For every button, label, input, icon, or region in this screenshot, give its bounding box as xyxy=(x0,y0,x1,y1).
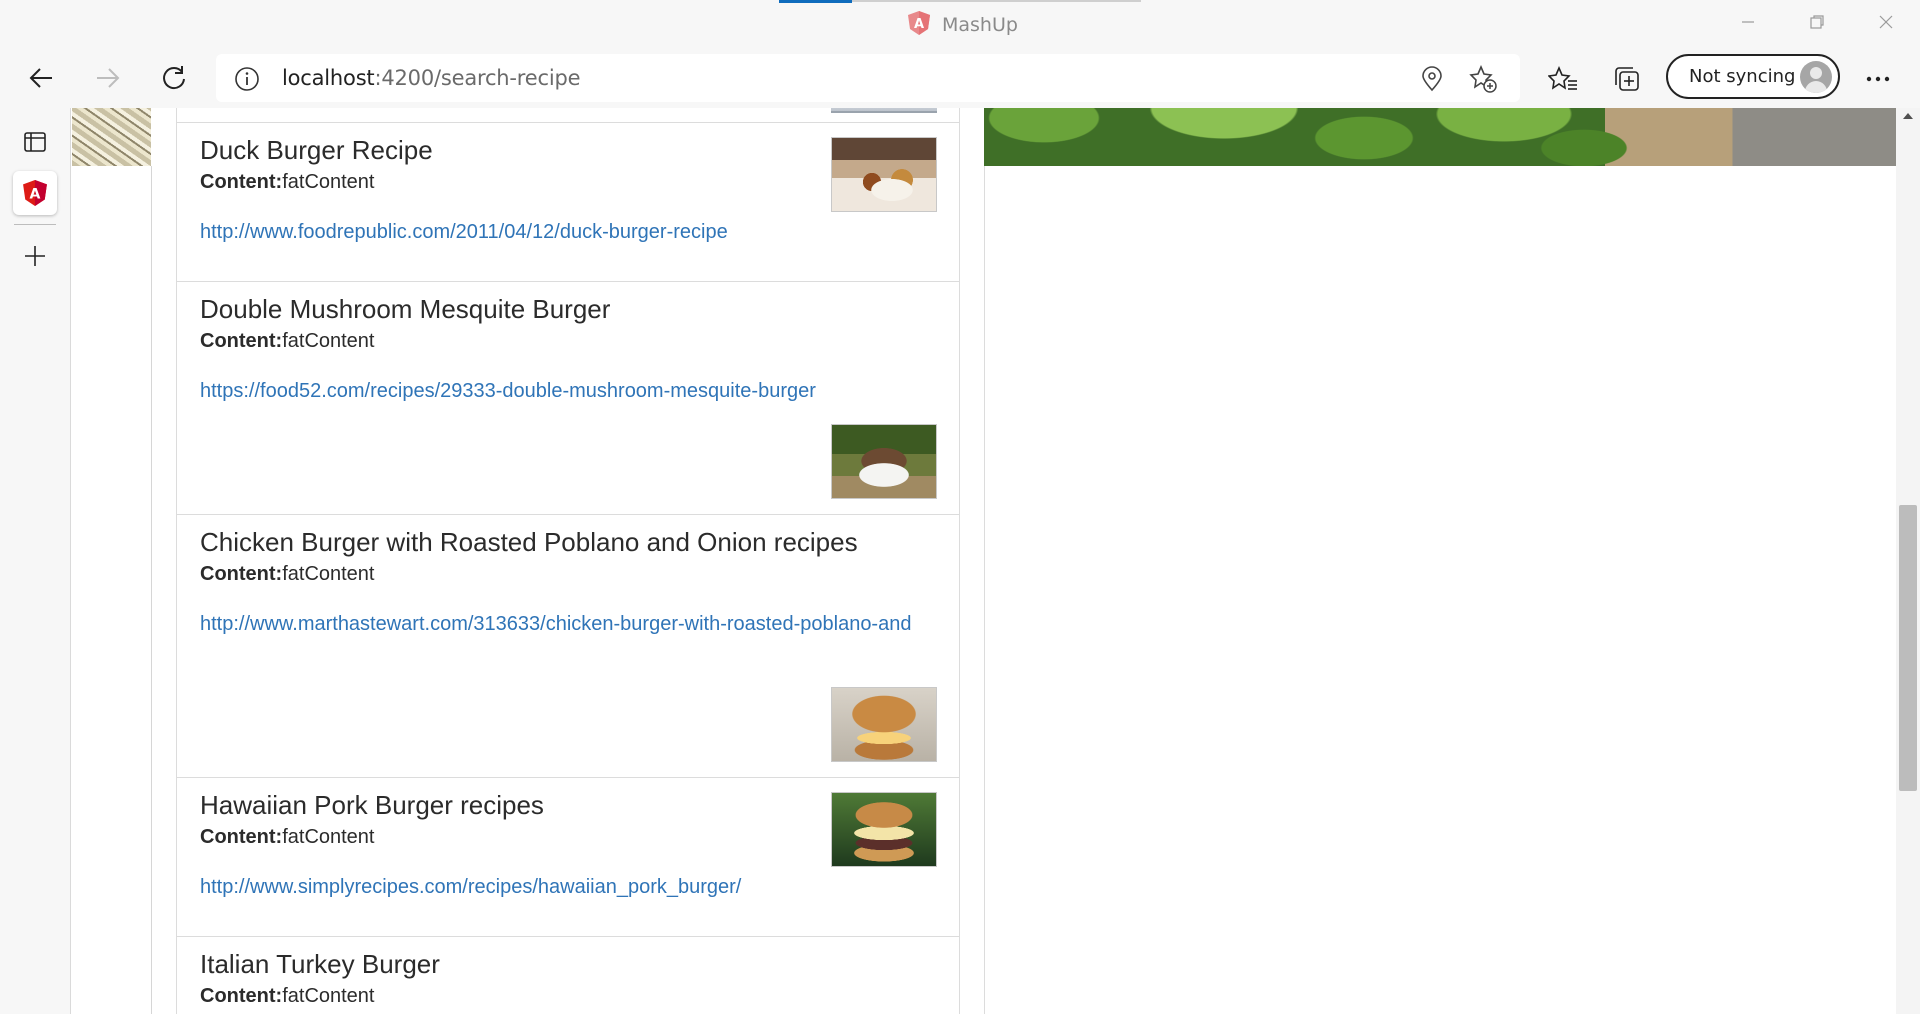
title-bar: A MashUp xyxy=(0,0,1920,49)
tab-separator xyxy=(14,224,56,225)
recipe-title: Chicken Burger with Roasted Poblano and … xyxy=(200,527,858,557)
refresh-button[interactable] xyxy=(151,55,197,101)
more-button[interactable] xyxy=(1858,59,1898,99)
page-content: Duck Burger Recipe Content:fatContent ht… xyxy=(72,108,1896,1014)
svg-text:A: A xyxy=(30,186,41,202)
favorites-button[interactable] xyxy=(1543,59,1583,99)
vertical-tab-strip: A xyxy=(0,108,71,1014)
content-label: Content: xyxy=(200,985,283,1007)
location-icon[interactable] xyxy=(1418,65,1446,93)
collections-button[interactable] xyxy=(1607,59,1647,99)
recipe-link[interactable]: http://www.foodrepublic.com/2011/04/12/d… xyxy=(200,217,920,247)
forward-button[interactable] xyxy=(85,55,131,101)
restore-button[interactable] xyxy=(1782,0,1851,44)
seeds-background-image xyxy=(72,108,151,166)
address-bar[interactable]: localhost:4200/search-recipe xyxy=(216,54,1520,102)
close-icon xyxy=(1879,15,1892,29)
tab-progress-track xyxy=(852,0,1141,2)
new-tab-icon xyxy=(25,246,45,266)
content-value: fatContent xyxy=(282,826,375,848)
recipe-link[interactable]: https://food52.com/recipes/29333-double-… xyxy=(200,376,920,406)
pork-burger-photo xyxy=(831,792,937,867)
tab-progress-indicator xyxy=(779,0,852,3)
recipe-card: Hawaiian Pork Burger recipes Content:fat… xyxy=(177,777,959,936)
back-button[interactable] xyxy=(18,55,64,101)
recipe-card: Double Mushroom Mesquite Burger Content:… xyxy=(177,281,959,514)
url-path: :4200/search-recipe xyxy=(374,66,581,90)
new-tab-button[interactable] xyxy=(13,234,57,278)
basil-banner-image xyxy=(984,108,1896,166)
scroll-up-arrow-icon[interactable] xyxy=(1903,113,1913,119)
tab-actions-icon xyxy=(24,132,46,152)
minimize-icon xyxy=(1741,21,1754,23)
recipe-content: Content:fatContent xyxy=(200,826,375,849)
content-value: fatContent xyxy=(282,330,375,352)
content-label: Content: xyxy=(200,171,283,193)
profile-sync-button[interactable]: Not syncing xyxy=(1666,54,1840,99)
site-info-icon[interactable] xyxy=(234,66,260,97)
content-label: Content: xyxy=(200,826,283,848)
detail-panel xyxy=(984,108,1884,1014)
content-label: Content: xyxy=(200,330,283,352)
recipe-content: Content:fatContent xyxy=(200,171,375,194)
previous-recipe-image xyxy=(831,108,937,113)
restore-icon xyxy=(1809,15,1824,29)
chicken-burger-photo xyxy=(831,687,937,762)
duck-burger-photo xyxy=(831,137,937,212)
recipe-card: Chicken Burger with Roasted Poblano and … xyxy=(177,514,959,777)
close-button[interactable] xyxy=(1851,0,1920,44)
minimize-button[interactable] xyxy=(1713,0,1782,44)
recipe-title: Duck Burger Recipe xyxy=(200,135,433,165)
recipe-title: Italian Turkey Burger xyxy=(200,949,440,979)
page-scrollbar[interactable] xyxy=(1896,108,1920,1014)
recipe-content: Content:fatContent xyxy=(200,330,375,353)
window-controls xyxy=(1713,0,1920,44)
content-value: fatContent xyxy=(282,985,375,1007)
tab-actions-button[interactable] xyxy=(13,120,57,164)
forward-arrow-icon xyxy=(97,68,120,88)
recipe-content: Content:fatContent xyxy=(200,563,375,586)
tab-mashup[interactable]: A xyxy=(13,171,57,215)
window-title-group: A MashUp xyxy=(908,10,1018,40)
back-arrow-icon xyxy=(29,68,52,88)
window-title: MashUp xyxy=(942,14,1018,36)
more-icon xyxy=(1866,76,1890,82)
browser-toolbar: localhost:4200/search-recipe Not syncing xyxy=(0,49,1920,108)
scrollbar-thumb[interactable] xyxy=(1899,505,1917,791)
recipe-link[interactable]: http://www.marthastewart.com/313633/chic… xyxy=(200,609,920,639)
angular-logo-icon: A xyxy=(908,10,930,40)
collections-icon xyxy=(1615,67,1639,91)
recipe-title: Double Mushroom Mesquite Burger xyxy=(200,294,611,324)
add-favorite-icon[interactable] xyxy=(1469,65,1497,93)
recipe-link[interactable]: http://www.simplyrecipes.com/recipes/haw… xyxy=(200,872,920,902)
content-value: fatContent xyxy=(282,563,375,585)
recipe-card: Duck Burger Recipe Content:fatContent ht… xyxy=(177,122,959,281)
angular-tab-icon: A xyxy=(23,180,47,206)
svg-text:A: A xyxy=(914,17,924,32)
refresh-icon xyxy=(163,66,185,90)
url-text[interactable]: localhost:4200/search-recipe xyxy=(282,66,581,90)
recipe-list: Duck Burger Recipe Content:fatContent ht… xyxy=(176,108,960,1014)
url-host: localhost xyxy=(282,66,375,90)
favorites-icon xyxy=(1548,65,1577,90)
recipe-card: Italian Turkey Burger Content:fatContent xyxy=(177,936,959,1014)
recipe-content: Content:fatContent xyxy=(200,985,375,1008)
content-label: Content: xyxy=(200,563,283,585)
mushroom-burger-photo xyxy=(831,424,937,499)
column-divider xyxy=(151,166,152,1014)
avatar xyxy=(1800,61,1832,93)
sync-status-label: Not syncing xyxy=(1689,66,1796,87)
content-value: fatContent xyxy=(282,171,375,193)
recipe-title: Hawaiian Pork Burger recipes xyxy=(200,790,544,820)
